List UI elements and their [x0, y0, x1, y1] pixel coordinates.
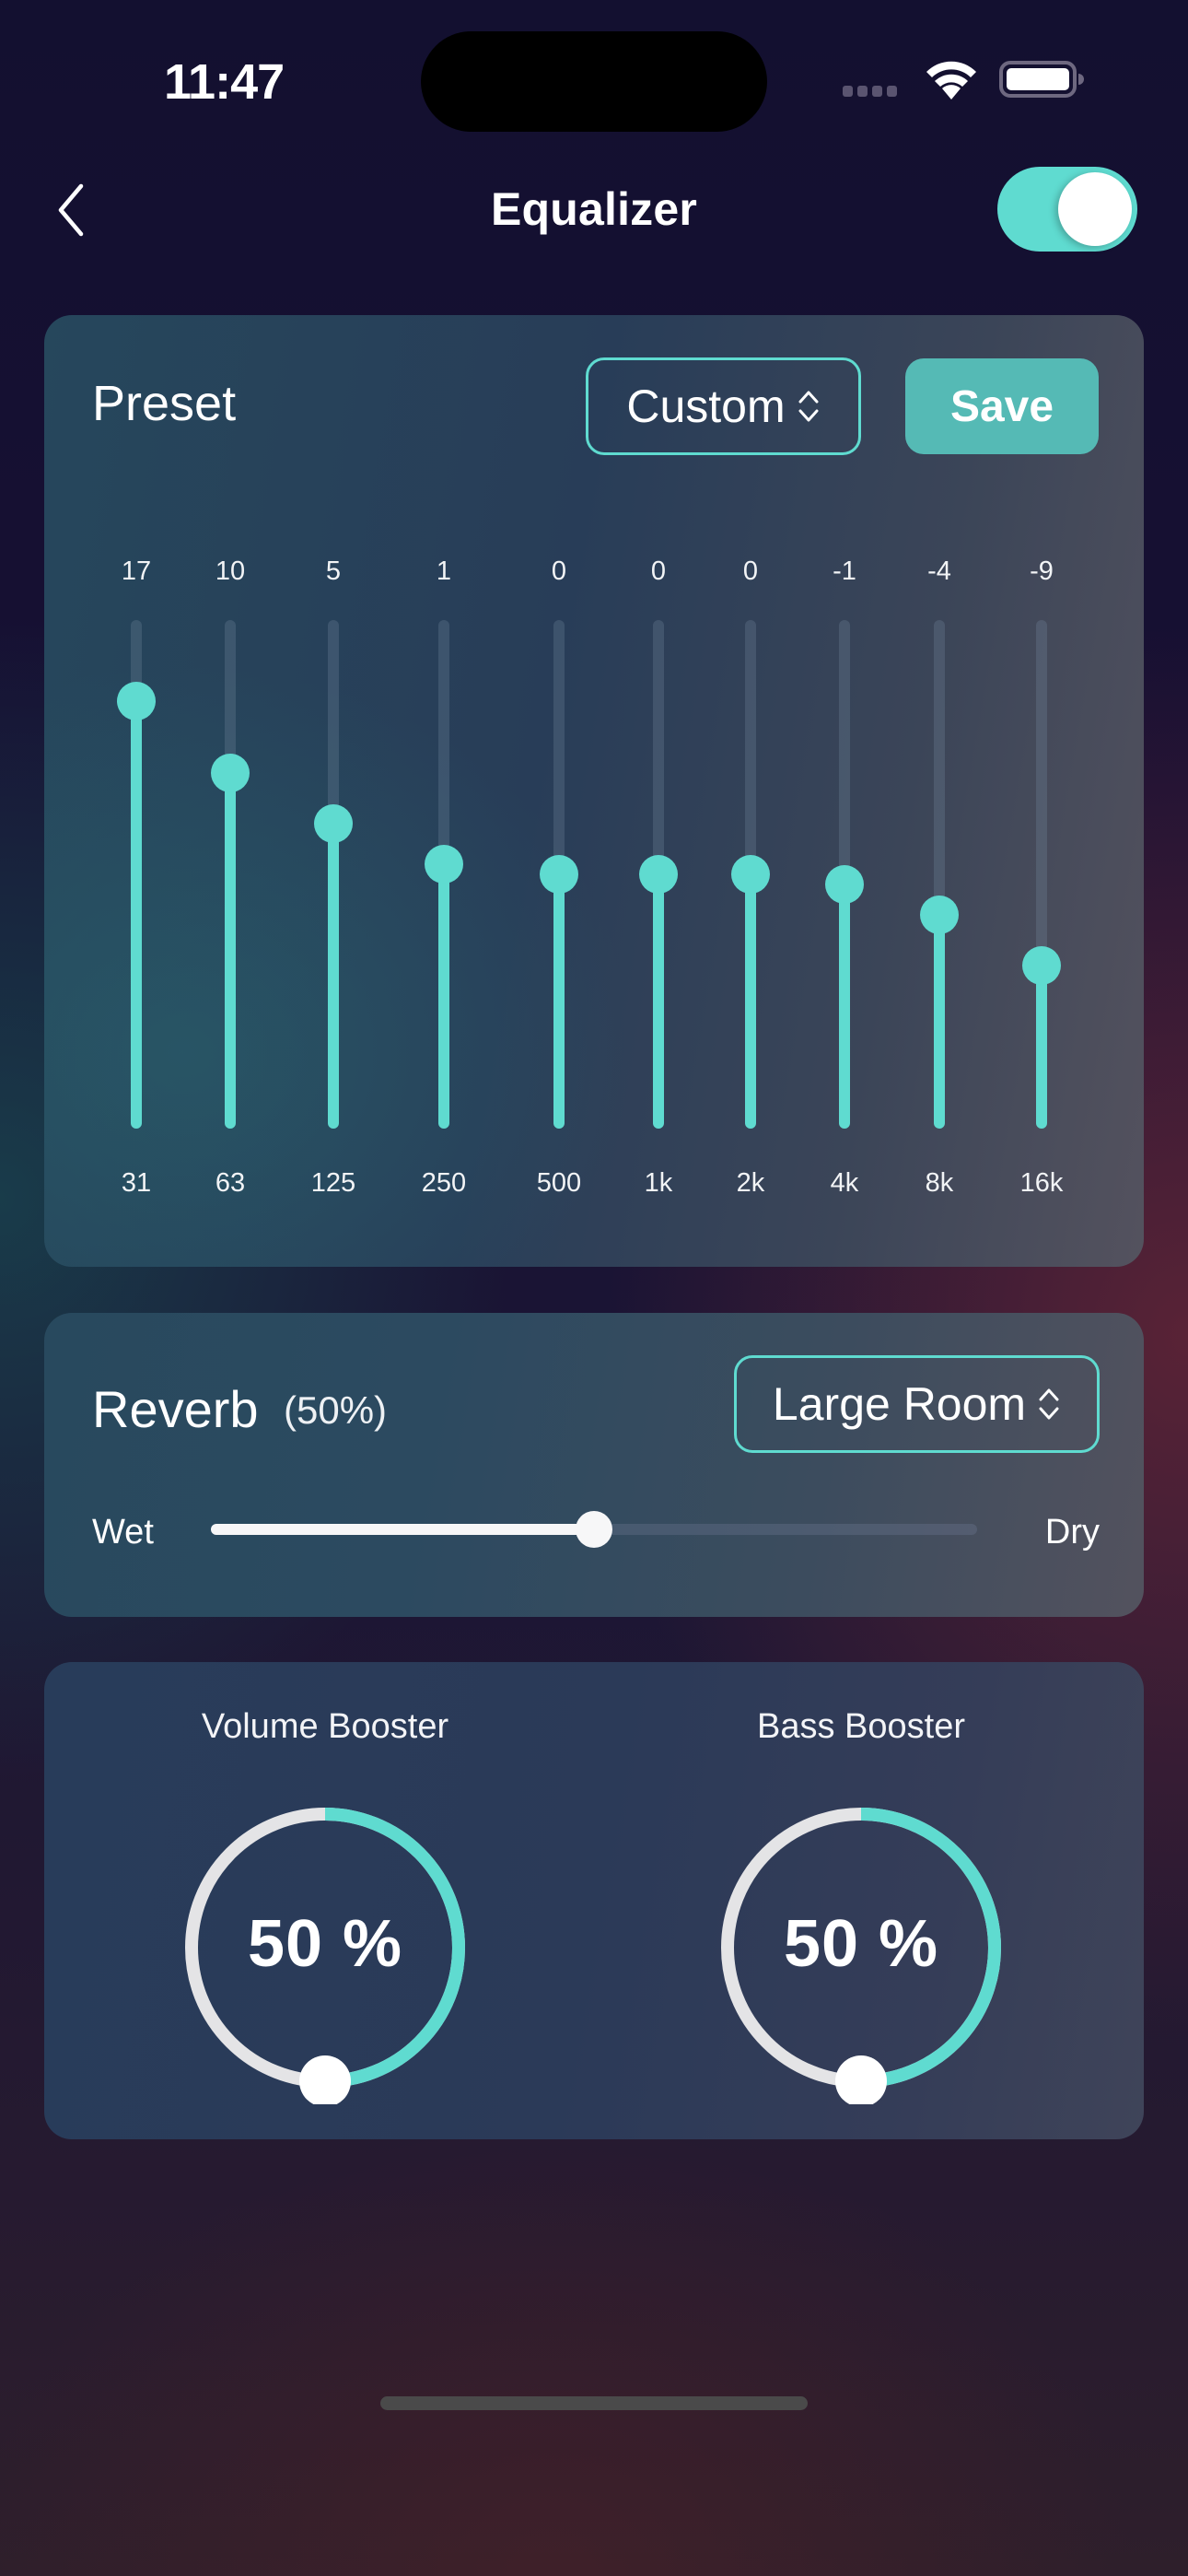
- eq-slider-fill: [839, 884, 850, 1129]
- eq-slider-thumb[interactable]: [825, 865, 864, 905]
- eq-slider-fill: [438, 863, 449, 1129]
- eq-frequency-label: 4k: [830, 1168, 859, 1198]
- eq-slider-thumb[interactable]: [920, 896, 959, 935]
- bass-booster-label: Bass Booster: [757, 1707, 965, 1746]
- toggle-knob: [1058, 172, 1132, 246]
- dial-knob[interactable]: [835, 2055, 887, 2107]
- eq-slider-thumb[interactable]: [314, 803, 353, 843]
- dial-knob[interactable]: [299, 2055, 351, 2107]
- eq-slider-fill: [1036, 966, 1047, 1129]
- eq-frequency-label: 8k: [925, 1168, 954, 1198]
- preset-card: Preset Custom Save 17 31 10 63 5 125 1 250 0 500 0…: [44, 315, 1144, 1267]
- eq-frequency-label: 16k: [1019, 1168, 1064, 1198]
- wifi-icon: [926, 61, 976, 100]
- eq-slider-fill: [653, 874, 664, 1129]
- eq-frequency-label: 31: [121, 1168, 152, 1198]
- eq-slider-thumb[interactable]: [639, 855, 678, 894]
- eq-slider-thumb[interactable]: [731, 855, 770, 894]
- chevron-up-down-icon: [798, 391, 819, 422]
- status-time: 11:47: [164, 54, 285, 110]
- eq-slider-fill: [328, 823, 339, 1129]
- volume-booster-dial[interactable]: 50 %: [169, 1791, 482, 2107]
- bass-booster-dial[interactable]: 50 %: [705, 1791, 1018, 2107]
- eq-frequency-label: 2k: [736, 1168, 765, 1198]
- eq-slider-fill: [553, 874, 565, 1129]
- preset-select-value: Custom: [626, 381, 786, 432]
- wet-label: Wet: [92, 1513, 154, 1551]
- eq-slider-thumb[interactable]: [425, 844, 463, 884]
- bass-booster-value: 50 %: [783, 1907, 939, 1981]
- eq-slider-thumb[interactable]: [540, 855, 578, 894]
- dry-label: Dry: [1044, 1513, 1100, 1551]
- reverb-slider-fill: [211, 1524, 594, 1535]
- cellular-signal-icon: [843, 86, 897, 97]
- eq-slider-fill: [934, 915, 945, 1129]
- eq-value-label: 10: [215, 556, 246, 586]
- boosters-card: Volume Booster Bass Booster 50 % 50 %: [44, 1662, 1144, 2139]
- eq-frequency-label: 250: [421, 1168, 467, 1198]
- save-button[interactable]: Save: [905, 358, 1099, 454]
- eq-value-label: 0: [742, 556, 759, 586]
- reverb-percent: (50%): [284, 1388, 388, 1432]
- eq-value-label: 0: [551, 556, 567, 586]
- eq-slider-thumb[interactable]: [117, 682, 156, 721]
- eq-value-label: 17: [121, 556, 152, 586]
- preset-label: Preset: [92, 376, 237, 431]
- eq-slider-fill: [225, 772, 236, 1129]
- eq-value-label: 0: [650, 556, 667, 586]
- eq-value-label: -1: [833, 556, 856, 586]
- preset-select[interactable]: Custom: [586, 357, 861, 455]
- reverb-room-select[interactable]: Large Room: [734, 1355, 1100, 1453]
- eq-frequency-label: 1k: [644, 1168, 673, 1198]
- volume-booster-label: Volume Booster: [201, 1707, 449, 1746]
- eq-frequency-label: 125: [310, 1168, 356, 1198]
- eq-slider-thumb[interactable]: [1022, 946, 1061, 986]
- dynamic-island: [421, 31, 767, 132]
- eq-frequency-label: 500: [536, 1168, 582, 1198]
- eq-frequency-label: 63: [215, 1168, 246, 1198]
- eq-slider-fill: [745, 874, 756, 1129]
- eq-value-label: -4: [927, 556, 951, 586]
- eq-value-label: 5: [325, 556, 342, 586]
- reverb-slider-thumb[interactable]: [576, 1511, 612, 1548]
- eq-value-label: 1: [436, 556, 452, 586]
- eq-slider-fill: [131, 701, 142, 1129]
- eq-slider-thumb[interactable]: [211, 753, 250, 792]
- reverb-card: Reverb (50%) Large Room Wet Dry: [44, 1313, 1144, 1617]
- reverb-room-value: Large Room: [772, 1378, 1027, 1430]
- volume-booster-value: 50 %: [247, 1907, 403, 1981]
- reverb-label: Reverb: [92, 1380, 259, 1438]
- home-indicator[interactable]: [380, 2396, 808, 2410]
- battery-icon: [999, 61, 1084, 98]
- chevron-up-down-icon: [1039, 1388, 1059, 1420]
- equalizer-enable-toggle[interactable]: [997, 167, 1137, 252]
- eq-value-label: -9: [1030, 556, 1054, 586]
